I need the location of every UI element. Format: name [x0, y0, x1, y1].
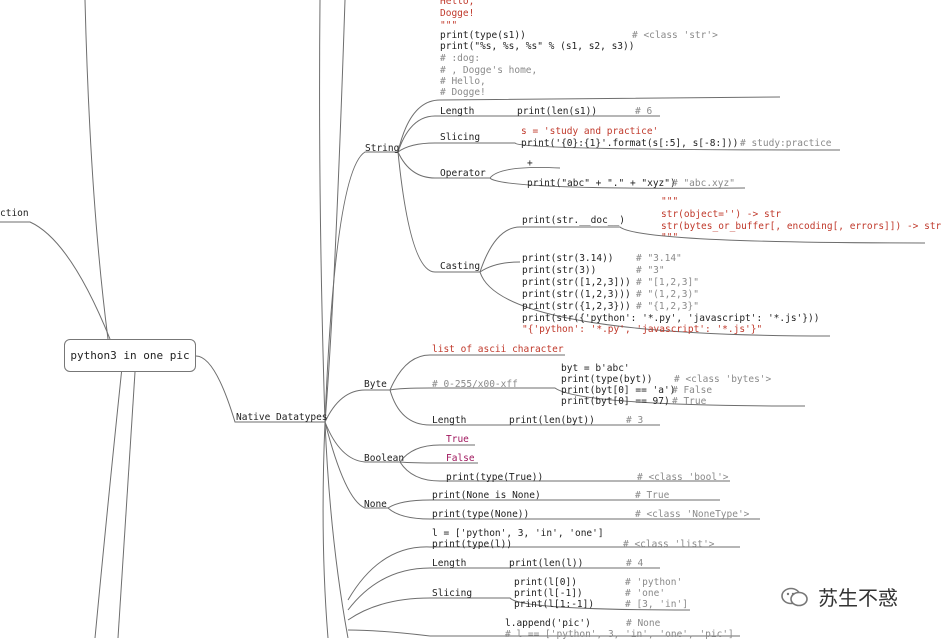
string-operator-comment: # "abc.xyz"	[672, 178, 735, 189]
cast-comment: # "3"	[636, 265, 665, 276]
cast-code: print(str(3.14))	[522, 253, 614, 264]
byte-code: print(byt[0] == 97)	[561, 396, 670, 407]
watermark: 苏生不惑	[780, 582, 898, 611]
doc-line: """	[661, 196, 679, 207]
cast-comment: # "{1,2,3}"	[636, 301, 699, 312]
cast-code: print(str((1,2,3)))	[522, 289, 631, 300]
byte-length-node[interactable]: Length	[432, 415, 466, 427]
boolean-comment: # <class 'bool'>	[637, 472, 729, 483]
root-node[interactable]: python3 in one pic	[64, 339, 196, 372]
cast-code: print(str({1,2,3}))	[522, 301, 631, 312]
string-slicing-comment: # study:practice	[740, 138, 832, 149]
string-top-line: Dogge!	[440, 8, 475, 19]
edge	[324, 389, 390, 423]
doc-line: """	[661, 232, 679, 243]
edge	[319, 0, 326, 423]
cast-code: print(str(3))	[522, 265, 597, 276]
list-comment: # <class 'list'>	[623, 539, 715, 550]
cast-code: print(str([1,2,3]))	[522, 277, 631, 288]
byte-list-label[interactable]: list of ascii character	[432, 344, 564, 356]
edge	[324, 421, 349, 638]
root-node-label: python3 in one pic	[70, 349, 190, 362]
none-comment: # <class 'NoneType'>	[635, 509, 750, 520]
edge	[479, 261, 521, 273]
list-code: print(type(l))	[432, 539, 513, 550]
list-slicing-comment: # [3, 'in']	[625, 599, 688, 610]
doc-line: str(object='') -> str	[661, 209, 782, 220]
string-length-code: print(len(s1))	[517, 106, 598, 117]
list-append-result: # l == ['python', 3, 'in', 'one', 'pic']	[505, 629, 734, 640]
string-casting-node[interactable]: Casting	[440, 261, 480, 273]
string-top-line: print("%s, %s, %s" % (s1, s2, s3))	[440, 41, 635, 52]
none-code: print(None is None)	[432, 490, 541, 501]
cast-result: "{'python': '*.py', 'javascript': '*.js'…	[522, 324, 763, 335]
string-top-line: Hello,	[440, 0, 475, 7]
cast-comment: # "[1,2,3]"	[636, 277, 699, 288]
string-length-node[interactable]: Length	[440, 106, 474, 118]
byte-comment: # True	[672, 396, 707, 407]
doc-line: str(bytes_or_buffer[, encoding[, errors]…	[661, 221, 942, 232]
cast-comment: # "(1,2,3)"	[636, 289, 699, 300]
string-top-comment: # <class 'str'>	[632, 30, 718, 41]
string-slicing-code: print('{0}:{1}'.format(s[:5], s[-8:]))	[521, 138, 739, 149]
edge	[322, 421, 329, 638]
wechat-icon	[780, 586, 810, 608]
watermark-text: 苏生不惑	[818, 586, 898, 610]
byte-length-comment: # 3	[626, 415, 644, 426]
boolean-true: True	[446, 434, 469, 445]
boolean-false: False	[446, 453, 475, 464]
boolean-code: print(type(True))	[446, 472, 544, 483]
string-operator-node[interactable]: Operator	[440, 168, 486, 180]
string-node[interactable]: String	[365, 143, 399, 155]
string-slicing-node[interactable]: Slicing	[440, 132, 480, 144]
list-slicing-node[interactable]: Slicing	[432, 588, 472, 600]
edge	[0, 221, 111, 340]
edge	[84, 0, 109, 340]
list-length-node[interactable]: Length	[432, 558, 466, 570]
none-code: print(type(None))	[432, 509, 530, 520]
list-slicing-code: print(l[1:-1])	[514, 599, 595, 610]
string-output: # Dogge!	[440, 87, 486, 98]
cast-comment: # "3.14"	[636, 253, 682, 264]
doc-code: print(str.__doc__)	[522, 215, 625, 226]
string-slicing-code: s = 'study and practice'	[521, 126, 659, 137]
byte-node[interactable]: Byte	[364, 379, 387, 391]
byte-range-comment: # 0-255/x00-xff	[432, 379, 518, 390]
left-branch-label: ction	[0, 208, 29, 219]
native-datatypes-label[interactable]: Native Datatypes	[236, 412, 328, 424]
operator-plus: +	[527, 158, 533, 169]
list-length-code: print(len(l))	[509, 558, 584, 569]
edge	[324, 421, 388, 509]
none-node[interactable]: None	[364, 499, 387, 511]
none-comment: # True	[635, 490, 670, 501]
string-length-comment: # 6	[635, 106, 653, 117]
string-operator-code: print("abc" + "." + "xyz")	[527, 178, 676, 189]
edge	[117, 371, 136, 638]
byte-length-code: print(len(byt))	[509, 415, 595, 426]
list-length-comment: # 4	[626, 558, 644, 569]
string-output: # :dog:	[440, 53, 481, 64]
edge	[347, 567, 660, 611]
boolean-node[interactable]: Boolean	[364, 453, 404, 465]
edge	[324, 151, 398, 423]
